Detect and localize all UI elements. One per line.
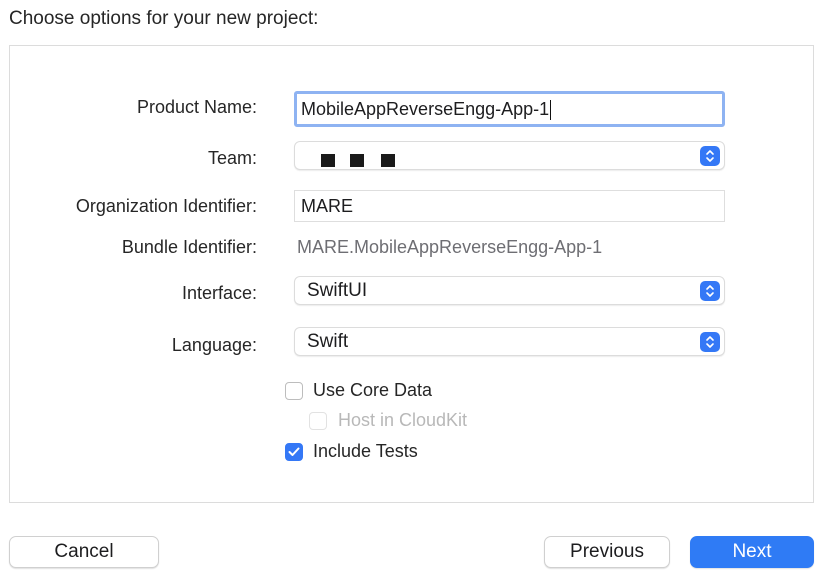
chevron-updown-icon xyxy=(700,281,720,301)
use-core-data-checkbox[interactable] xyxy=(285,382,303,400)
redacted-team-block xyxy=(350,154,364,167)
team-label: Team: xyxy=(207,148,257,168)
bundle-id-label: Bundle Identifier: xyxy=(121,237,257,257)
language-value: Swift xyxy=(307,331,349,352)
host-in-cloudkit-checkbox xyxy=(309,412,327,430)
redacted-team-block xyxy=(381,154,395,167)
interface-label: Interface: xyxy=(181,283,257,303)
previous-button[interactable]: Previous xyxy=(544,536,670,568)
language-popup[interactable]: Swift xyxy=(294,327,725,356)
product-name-label: Product Name: xyxy=(136,97,257,117)
interface-value: SwiftUI xyxy=(307,280,368,301)
options-panel: Product Name: MobileAppReverseEngg-App-1… xyxy=(9,45,814,503)
dialog-heading: Choose options for your new project: xyxy=(9,8,319,29)
include-tests-label: Include Tests xyxy=(313,441,418,461)
org-id-field[interactable]: MARE xyxy=(294,190,725,222)
interface-popup[interactable]: SwiftUI xyxy=(294,276,725,305)
include-tests-checkbox[interactable] xyxy=(285,443,303,461)
bundle-id-value: MARE.MobileAppReverseEngg-App-1 xyxy=(297,237,603,257)
host-in-cloudkit-label: Host in CloudKit xyxy=(338,410,468,430)
language-label: Language: xyxy=(171,335,257,355)
org-id-value: MARE xyxy=(301,196,354,216)
chevron-updown-icon xyxy=(700,332,720,352)
next-button[interactable]: Next xyxy=(690,536,814,568)
org-id-label: Organization Identifier: xyxy=(75,196,257,216)
redacted-team-block xyxy=(321,154,335,167)
product-name-field[interactable]: MobileAppReverseEngg-App-1 xyxy=(294,91,725,127)
checkmark-icon xyxy=(288,447,300,456)
team-popup[interactable] xyxy=(294,141,725,170)
use-core-data-label: Use Core Data xyxy=(313,380,433,400)
text-caret xyxy=(550,100,552,121)
chevron-updown-icon xyxy=(700,146,720,166)
product-name-value: MobileAppReverseEngg-App-1 xyxy=(301,99,550,119)
cancel-button[interactable]: Cancel xyxy=(9,536,159,568)
